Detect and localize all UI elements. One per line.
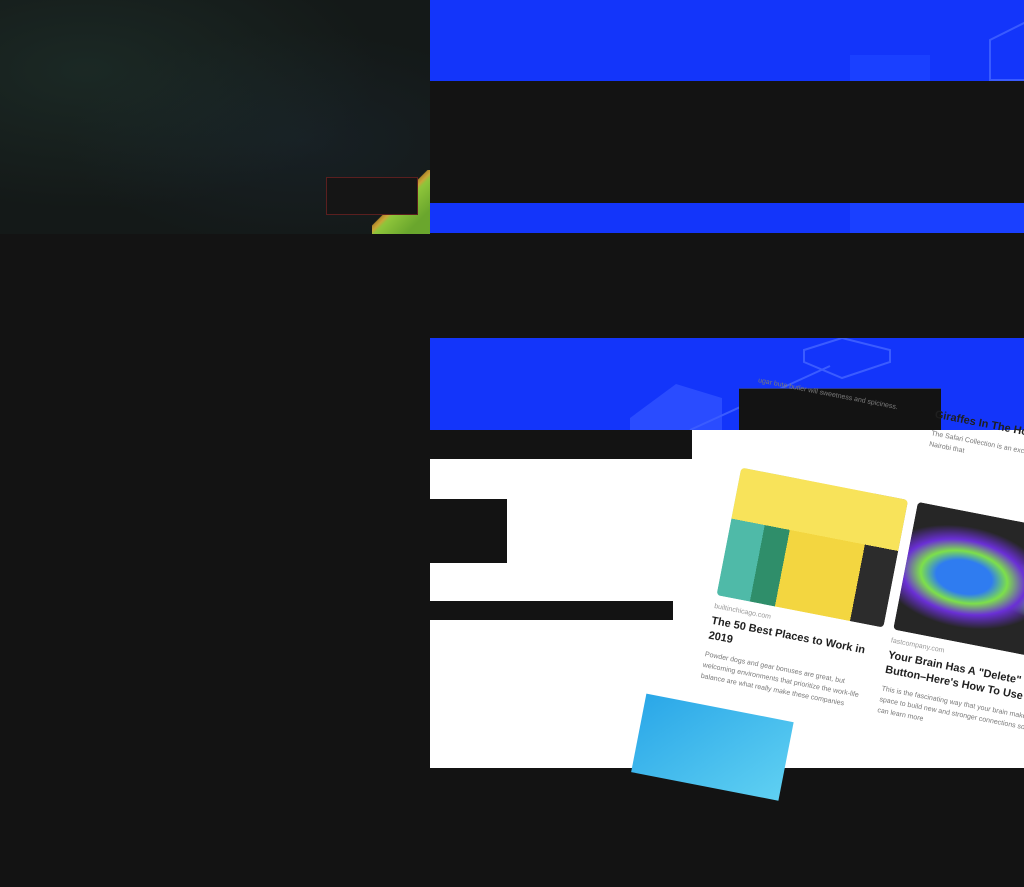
office-illustration[interactable] [716, 467, 909, 628]
hexagon-pattern-top [850, 21, 1024, 81]
dark-section-1 [430, 81, 1024, 203]
text-block [430, 499, 507, 563]
link-block[interactable] [430, 601, 673, 620]
article-card[interactable]: builtinchicago.com The 50 Best Places to… [700, 467, 909, 715]
brain-scan-image[interactable] [893, 501, 1024, 662]
heading-block [430, 430, 692, 459]
hexagon-pattern-middle [850, 203, 1024, 233]
blue-banner-top [430, 0, 1024, 81]
hero-cta-button[interactable] [326, 177, 418, 215]
blue-banner-middle [430, 203, 1024, 233]
dark-section-2 [430, 233, 1024, 338]
article-image-partial[interactable] [631, 693, 794, 801]
